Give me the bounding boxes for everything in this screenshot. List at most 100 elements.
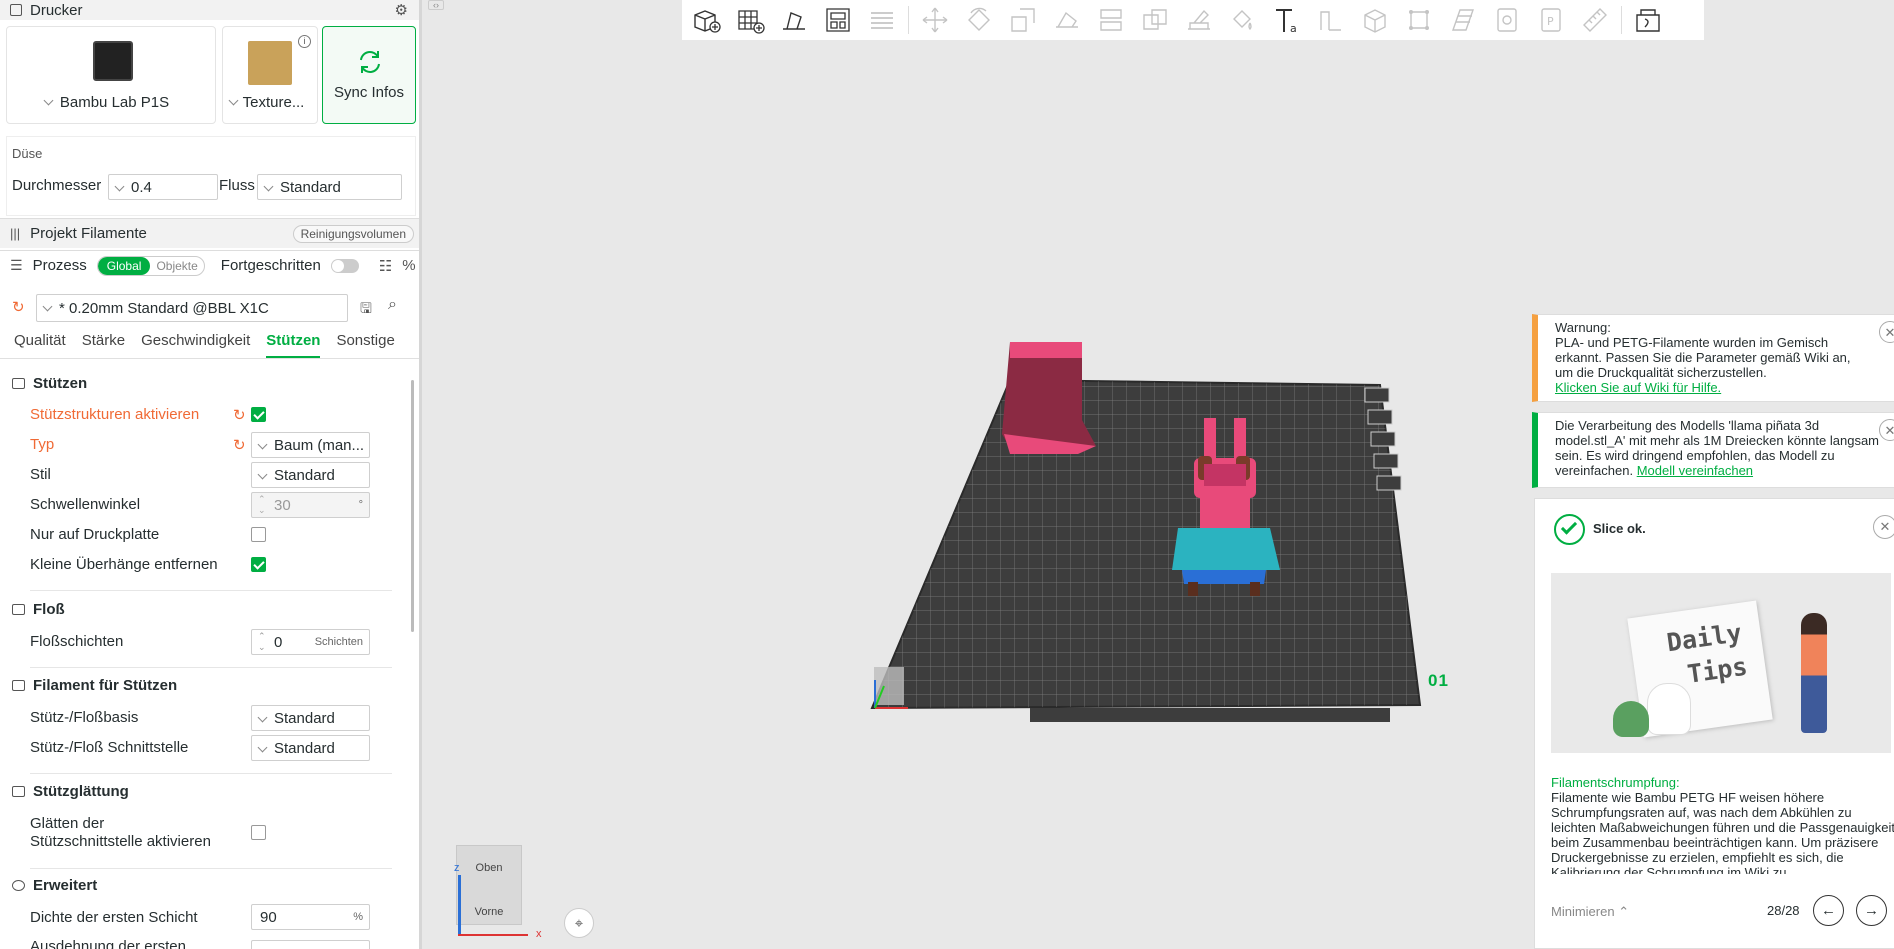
rotate-icon[interactable] xyxy=(961,4,997,36)
boolean-icon[interactable] xyxy=(1137,4,1173,36)
list-icon[interactable]: ☷ xyxy=(379,257,392,275)
tip-pager: 28/28 xyxy=(1767,903,1800,918)
tall-box-model[interactable] xyxy=(1002,342,1096,454)
tab-support[interactable]: Stützen xyxy=(266,332,321,358)
gear-icon[interactable]: ⚙ xyxy=(395,1,408,19)
compare-icon[interactable]: % xyxy=(402,257,415,274)
split-view-icon[interactable] xyxy=(1630,4,1666,36)
global-option[interactable]: Global xyxy=(97,256,151,275)
remove-small-checkbox[interactable] xyxy=(251,557,266,572)
warning-text: PLA- und PETG-Filamente wurden im Gemisc… xyxy=(1555,335,1851,380)
tab-quality[interactable]: Qualität xyxy=(14,332,66,358)
close-icon[interactable]: ✕ xyxy=(1879,419,1894,441)
variable-layer-icon[interactable] xyxy=(1445,4,1481,36)
tab-others[interactable]: Sonstige xyxy=(336,332,394,358)
info-icon[interactable]: i xyxy=(298,35,311,48)
sync-info-button[interactable]: Sync Infos xyxy=(322,26,416,124)
text-icon[interactable]: a xyxy=(1269,4,1305,36)
assembly-icon[interactable] xyxy=(1489,4,1525,36)
lay-on-face-icon[interactable] xyxy=(1049,4,1085,36)
seam-paint-icon[interactable] xyxy=(1313,4,1349,36)
advanced-label: Fortgeschritten xyxy=(220,257,321,274)
simplify-model-link[interactable]: Modell vereinfachen xyxy=(1637,463,1753,478)
global-objects-toggle[interactable]: Global Objekte xyxy=(96,255,205,276)
previous-tip-button[interactable]: ← xyxy=(1813,895,1844,926)
add-plate-icon[interactable] xyxy=(732,4,768,36)
check-circle-icon xyxy=(1554,514,1585,545)
view-cube-top[interactable]: Oben xyxy=(457,862,521,874)
tab-strength[interactable]: Stärke xyxy=(82,332,125,358)
close-icon[interactable]: ✕ xyxy=(1879,321,1894,343)
tab-speed[interactable]: Geschwindigkeit xyxy=(141,332,250,358)
plate-thumbnail xyxy=(248,41,292,85)
support-filament-icon xyxy=(12,680,25,691)
layers-icon[interactable] xyxy=(864,4,900,36)
plate-number-label[interactable]: 01 xyxy=(1428,671,1449,691)
first-layer-density-label: Dichte der ersten Schicht xyxy=(30,909,198,926)
warning-wiki-link[interactable]: Klicken Sie auf Wiki für Hilfe. xyxy=(1555,380,1721,395)
group-support-filament: Filament für Stützen xyxy=(12,677,177,694)
enable-support-reset-icon[interactable]: ↻ xyxy=(233,406,246,424)
svg-text:a: a xyxy=(1290,22,1297,35)
save-icon[interactable]: 🖫 xyxy=(360,298,372,322)
arrange-icon[interactable] xyxy=(820,4,856,36)
group-support: Stützen xyxy=(12,375,87,392)
left-panel: Drucker ⚙ Bambu Lab P1S i Texture... Syn… xyxy=(0,0,422,949)
first-layer-density-input[interactable]: 90% xyxy=(251,904,370,930)
ironing-checkbox[interactable] xyxy=(251,825,266,840)
move-icon[interactable] xyxy=(917,4,953,36)
purge-volume-button[interactable]: Reinigungsvolumen xyxy=(292,224,414,243)
preset-reset-icon[interactable]: ↻ xyxy=(12,298,25,316)
daily-tips-text: Daily Tips xyxy=(1664,618,1750,689)
threshold-label: Schwellenwinkel xyxy=(30,496,141,513)
ruler-icon[interactable] xyxy=(1577,4,1613,36)
plate-name: Texture... xyxy=(242,94,305,111)
process-preset-select[interactable]: * 0.20mm Standard @BBL X1C xyxy=(36,294,348,322)
remove-small-label: Kleine Überhänge entfernen xyxy=(30,556,218,573)
style-select[interactable]: Standard xyxy=(251,462,370,488)
type-select[interactable]: Baum (man... xyxy=(251,432,370,458)
minimize-button[interactable]: Minimieren ⌃ xyxy=(1551,904,1629,920)
auto-orient-icon[interactable] xyxy=(776,4,812,36)
fit-frame-icon[interactable] xyxy=(1401,4,1437,36)
measure-cube-icon[interactable] xyxy=(1357,4,1393,36)
plate-param-icon[interactable]: P xyxy=(1533,4,1569,36)
printer-header-label: Drucker xyxy=(30,1,83,19)
raft-group-icon xyxy=(12,604,25,615)
type-reset-icon[interactable]: ↻ xyxy=(233,436,246,454)
support-interface-select[interactable]: Standard xyxy=(251,735,370,761)
slice-status: Slice ok. xyxy=(1593,521,1646,536)
search-icon[interactable]: ⌕ xyxy=(388,296,397,314)
objects-option[interactable]: Objekte xyxy=(150,257,203,275)
advanced-switch[interactable] xyxy=(330,258,359,273)
view-cube-front[interactable]: Vorne xyxy=(457,906,521,918)
plate-only-checkbox[interactable] xyxy=(251,527,266,542)
tip-title: Filamentschrumpfung: xyxy=(1551,775,1680,790)
support-base-select[interactable]: Standard xyxy=(251,705,370,731)
cat-illustration xyxy=(1647,683,1691,735)
scale-icon[interactable] xyxy=(1005,4,1041,36)
view-cube[interactable]: Oben Vorne xyxy=(456,845,522,925)
collapse-panel-icon[interactable]: ‹› xyxy=(428,0,444,10)
close-icon[interactable]: ✕ xyxy=(1873,515,1894,539)
scrollbar[interactable] xyxy=(411,380,414,632)
first-layer-expansion-input[interactable] xyxy=(251,940,370,949)
advanced-icon xyxy=(12,880,25,891)
enable-support-checkbox[interactable] xyxy=(251,407,266,422)
cut-icon[interactable] xyxy=(1093,4,1129,36)
build-plate-view[interactable] xyxy=(860,330,1450,730)
support-paint-icon[interactable] xyxy=(1181,4,1217,36)
process-title: Prozess xyxy=(32,257,87,274)
warning-notification: Warnung: PLA- und PETG-Filamente wurden … xyxy=(1532,314,1894,402)
next-tip-button[interactable]: → xyxy=(1856,895,1887,926)
flow-select[interactable]: Standard xyxy=(257,174,402,200)
raft-layers-input[interactable]: ⌃ ⌄ 0 Schichten xyxy=(251,629,370,655)
plate-select[interactable]: i Texture... xyxy=(222,26,318,124)
woman-illustration xyxy=(1801,613,1827,733)
diameter-select[interactable]: 0.4 xyxy=(108,174,218,200)
color-paint-icon[interactable] xyxy=(1225,4,1261,36)
threshold-input[interactable]: ⌃ ⌄ 30 ° xyxy=(251,492,370,518)
reset-view-icon[interactable]: ⌖ xyxy=(564,908,594,938)
add-object-icon[interactable] xyxy=(688,4,724,36)
printer-select[interactable]: Bambu Lab P1S xyxy=(6,26,216,124)
